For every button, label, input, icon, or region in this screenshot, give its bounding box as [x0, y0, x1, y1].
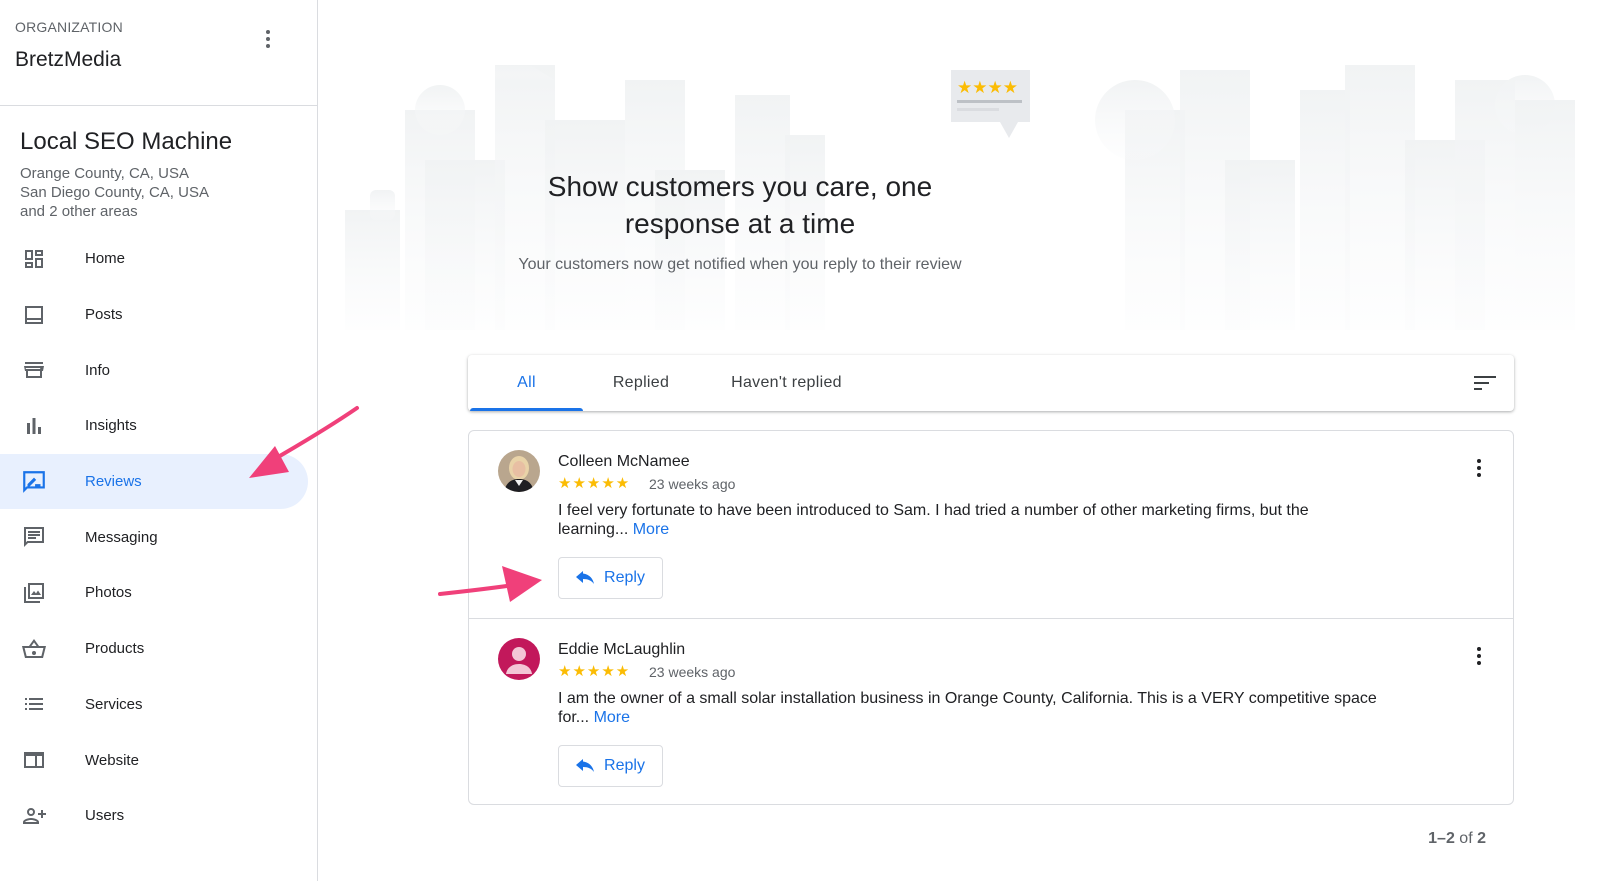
- review-time: 23 weeks ago: [649, 476, 736, 492]
- avatar: [498, 450, 540, 492]
- sidebar-item-label: Home: [85, 250, 126, 268]
- hero-subtitle: Your customers now get notified when you…: [518, 256, 962, 273]
- hero-title: Show customers you care, one response at…: [547, 171, 933, 239]
- reply-icon: [576, 571, 595, 584]
- sidebar-item-home[interactable]: Home: [0, 231, 318, 287]
- sidebar-item-label: Photos: [85, 584, 132, 602]
- app-root: ORGANIZATION BretzMedia Local SEO Machin…: [0, 0, 1600, 881]
- business-area: Orange County, CA, USA: [20, 165, 189, 182]
- sidebar-item-label: Info: [85, 361, 111, 379]
- sidebar-item-info[interactable]: Info: [0, 342, 318, 398]
- tab-havent-replied[interactable]: Haven't replied: [714, 355, 859, 411]
- organization-more-icon[interactable]: [258, 26, 278, 52]
- posts-icon: [20, 301, 47, 328]
- more-link[interactable]: More: [633, 521, 669, 538]
- review-card-illustration: ★★★★: [951, 70, 1030, 138]
- more-link[interactable]: More: [594, 709, 630, 726]
- sidebar: ORGANIZATION BretzMedia Local SEO Machin…: [0, 0, 318, 881]
- business-name: Local SEO Machine: [20, 128, 233, 155]
- sidebar-item-website[interactable]: Website: [0, 732, 318, 788]
- review-text: I am the owner of a small solar installa…: [558, 689, 1378, 727]
- sidebar-item-messaging[interactable]: Messaging: [0, 509, 318, 565]
- sidebar-item-photos[interactable]: Photos: [0, 565, 318, 621]
- add-user-icon: [20, 802, 47, 829]
- reply-button[interactable]: Reply: [558, 557, 663, 599]
- list-icon: [20, 691, 47, 718]
- organization-header: ORGANIZATION BretzMedia: [0, 0, 317, 106]
- avatar: [498, 638, 540, 680]
- sidebar-item-label: Reviews: [85, 473, 142, 491]
- message-icon: [20, 524, 47, 551]
- pagination-total: 2: [1477, 830, 1486, 847]
- reply-icon: [576, 759, 595, 772]
- review-filter-tabs: All Replied Haven't replied: [468, 355, 1514, 411]
- sidebar-item-label: Products: [85, 640, 145, 658]
- sidebar-item-services[interactable]: Services: [0, 677, 318, 733]
- reply-label: Reply: [604, 569, 645, 586]
- sidebar-item-label: Posts: [85, 306, 123, 324]
- website-icon: [20, 747, 47, 774]
- sidebar-item-label: Messaging: [85, 528, 158, 546]
- pagination-of: of: [1459, 830, 1473, 847]
- sort-icon[interactable]: [1474, 374, 1496, 392]
- photos-icon: [20, 579, 47, 606]
- review-time: 23 weeks ago: [649, 664, 736, 680]
- sidebar-item-insights[interactable]: Insights: [0, 398, 318, 454]
- reviews-list: Colleen McNamee ★★★★★ 23 weeks ago I fee…: [468, 430, 1514, 805]
- business-area: San Diego County, CA, USA: [20, 184, 209, 201]
- business-area: and 2 other areas: [20, 203, 138, 220]
- sidebar-item-reviews[interactable]: Reviews: [0, 453, 308, 510]
- review-text-body: I feel very fortunate to have been intro…: [558, 502, 1309, 538]
- bar-chart-icon: [20, 412, 47, 439]
- reviewer-name: Eddie McLaughlin: [558, 641, 686, 658]
- tab-all[interactable]: All: [470, 355, 583, 411]
- review-more-icon[interactable]: [1473, 457, 1485, 479]
- sidebar-item-products[interactable]: Products: [0, 621, 318, 677]
- tab-replied[interactable]: Replied: [588, 355, 694, 411]
- pagination: 1–2 of 2: [1380, 830, 1486, 848]
- organization-label: ORGANIZATION: [15, 19, 123, 35]
- reviewer-name: Colleen McNamee: [558, 453, 690, 470]
- sidebar-item-users[interactable]: Users: [0, 788, 318, 844]
- rating-stars: ★★★★★: [558, 663, 631, 680]
- sidebar-item-label: Services: [85, 695, 143, 713]
- review-more-icon[interactable]: [1473, 645, 1485, 667]
- review-item: Colleen McNamee ★★★★★ 23 weeks ago I fee…: [469, 431, 1513, 618]
- reply-button[interactable]: Reply: [558, 745, 663, 787]
- review-text: I feel very fortunate to have been intro…: [558, 501, 1378, 539]
- sidebar-item-label: Insights: [85, 417, 137, 435]
- rate-review-icon: [20, 468, 47, 495]
- rating-stars: ★★★★★: [558, 475, 631, 492]
- business-info: Local SEO Machine Orange County, CA, USA…: [20, 128, 232, 221]
- review-item: Eddie McLaughlin ★★★★★ 23 weeks ago I am…: [469, 618, 1513, 805]
- dashboard-icon: [20, 245, 47, 272]
- sidebar-item-posts[interactable]: Posts: [0, 287, 318, 343]
- sidebar-nav: Home Posts Info Insights Reviews Messagi…: [0, 231, 318, 844]
- storefront-icon: [20, 357, 47, 384]
- svg-text:★★★★: ★★★★: [957, 78, 1018, 98]
- reply-label: Reply: [604, 757, 645, 774]
- pagination-range: 1–2: [1428, 830, 1455, 847]
- basket-icon: [20, 635, 47, 662]
- organization-name: BretzMedia: [15, 48, 122, 71]
- review-text-body: I am the owner of a small solar installa…: [558, 690, 1377, 726]
- sidebar-item-label: Users: [85, 807, 125, 825]
- sidebar-item-label: Website: [85, 751, 139, 769]
